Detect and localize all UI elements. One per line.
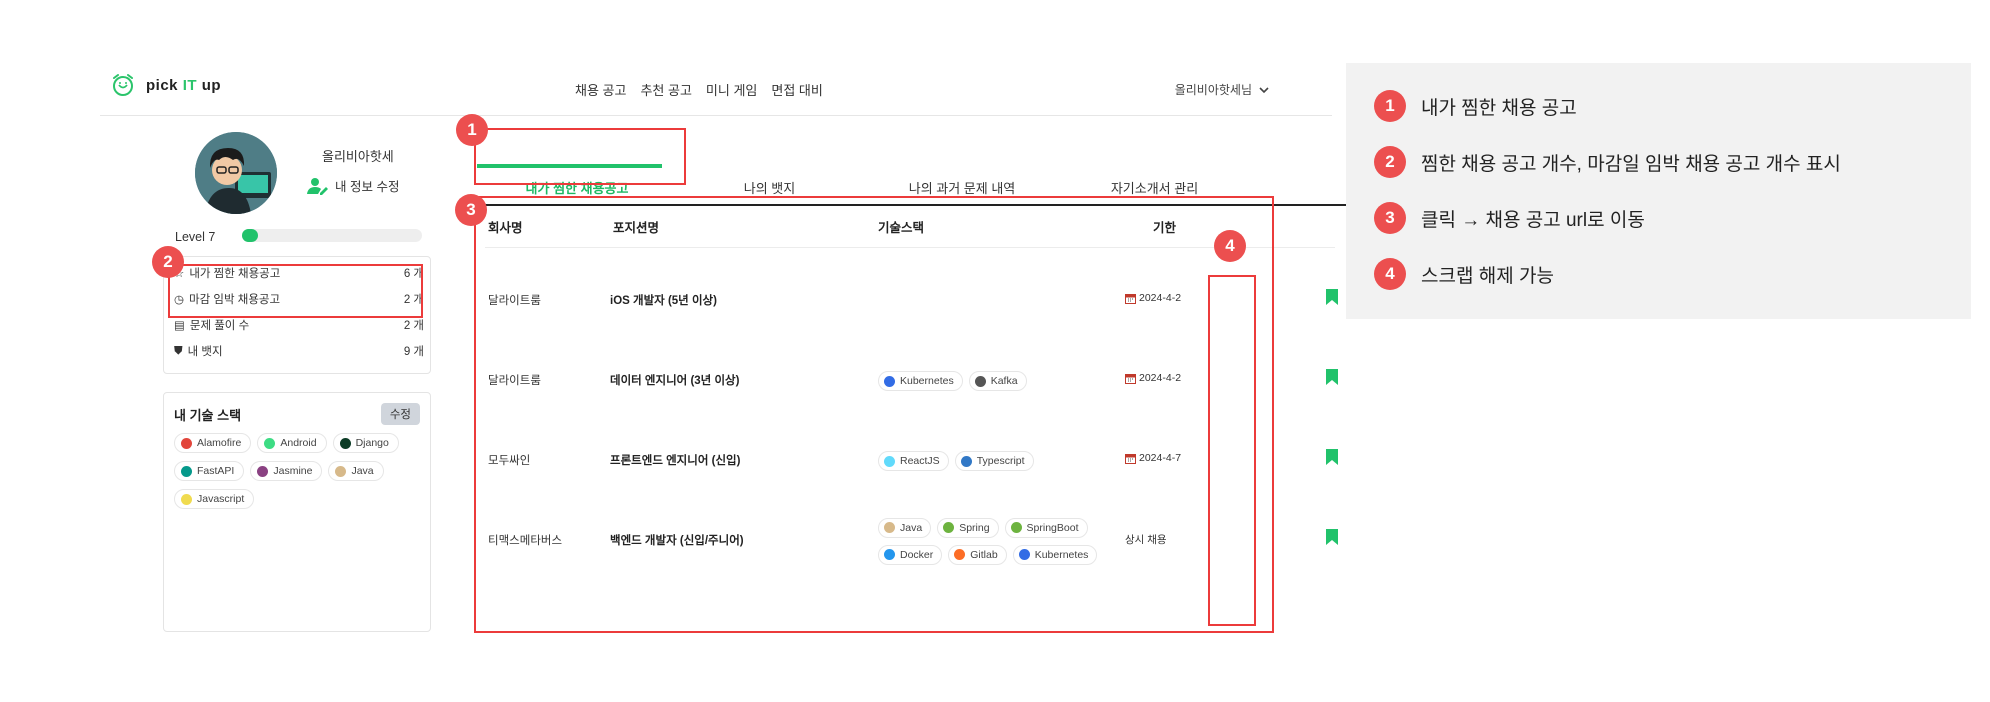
legend-text: 내가 찜한 채용 공고 [1421,97,1577,119]
legend-text: 스크랩 해제 가능 [1421,265,1554,287]
nav-item-interview[interactable]: 면접 대비 [771,80,822,99]
annotation-badge-2: 2 [152,246,184,278]
legend-text: 클릭 → 채용 공고 url로 이동 [1421,209,1645,231]
profile-name: 올리비아핫세 [322,149,394,164]
tech-logo-icon [264,437,276,449]
bookmark-icon[interactable] [1325,288,1339,306]
tech-chip: Java [328,461,384,481]
bookmark-icon[interactable] [1325,528,1339,546]
tech-chip-label: Android [280,437,317,449]
legend-item-3: 3 클릭 → 채용 공고 url로 이동 [1374,202,1645,234]
tech-logo-icon [181,493,192,505]
tech-logo-icon [257,465,269,477]
legend-item-4: 4 스크랩 해제 가능 [1374,258,1554,290]
stat-value: 9 개 [403,346,424,358]
edit-profile-button[interactable]: 내 정보 수정 [307,176,399,195]
legend-item-2: 2 찜한 채용 공고 개수, 마감일 임박 채용 공고 개수 표시 [1374,146,1841,178]
annotation-box-4 [1208,275,1256,626]
nav-item-jobs[interactable]: 채용 공고 [575,80,626,99]
stat-label: 문제 풀이 수 [189,320,250,332]
chevron-down-icon [1259,86,1269,93]
edit-profile-label: 내 정보 수정 [335,180,400,194]
tech-chip-label: Javascript [197,493,245,505]
bookmark-icon[interactable] [1325,448,1339,466]
tech-chip-label: FastAPI [197,465,235,477]
avatar [195,132,277,214]
tech-chip: Django [332,433,399,453]
annotation-legend: 1 내가 찜한 채용 공고 2 찜한 채용 공고 개수, 마감일 임박 채용 공… [1346,63,1971,319]
skill-chip-list: Alamofire Android Django FastAPI Jasmine Java… [174,433,424,509]
tech-logo-icon [335,465,347,477]
stat-label: 내 뱃지 [187,346,223,358]
document-icon: ▤ [174,320,185,332]
tech-logo-icon [181,465,192,477]
alarm-clock-icon [113,74,133,96]
legend-badge: 2 [1374,146,1406,178]
nav-item-mini-game[interactable]: 미니 게임 [706,80,757,99]
tech-chip-label: Django [355,437,389,449]
tech-chip: Javascript [174,489,255,509]
legend-badge: 4 [1374,258,1406,290]
user-name: 올리비아핫세님 [1174,83,1252,97]
level-progress-bar [242,229,422,242]
tech-chip-label: Alamofire [197,437,242,449]
shield-icon: ⛊ [174,344,183,357]
skills-panel: 내 기술 스택 수정 Alamofire Android Django FastAPI… [163,392,431,632]
stat-row-solved[interactable]: ▤ 문제 풀이 수 2 개 [174,315,424,335]
annotation-badge-1: 1 [456,114,488,146]
skills-title: 내 기술 스택 [174,408,242,423]
skills-edit-button[interactable]: 수정 [380,403,420,425]
tech-logo-icon [181,437,192,449]
top-header: pick IT up 채용 공고 추천 공고 미니 게임 면접 대비 올리비아핫… [100,60,1332,116]
stat-value: 2 개 [403,320,424,332]
annotation-box-3 [474,196,1274,633]
level-label: Level 7 [175,230,216,244]
annotation-badge-4: 4 [1214,230,1246,262]
legend-badge: 1 [1374,90,1406,122]
tech-chip-label: Java [351,465,374,477]
stat-row-badges[interactable]: ⛊ 내 뱃지 9 개 [174,341,424,361]
legend-item-1: 1 내가 찜한 채용 공고 [1374,90,1577,122]
annotation-box-1 [474,128,686,185]
legend-badge: 3 [1374,202,1406,234]
bookmark-icon[interactable] [1325,368,1339,386]
annotation-box-2 [168,264,423,318]
level-progress-fill [242,229,259,242]
tech-chip: Android [257,433,327,453]
tech-chip: FastAPI [174,461,245,481]
user-menu[interactable]: 올리비아핫세님 [1175,81,1270,98]
tech-chip-label: Jasmine [273,465,313,477]
annotation-badge-3: 3 [455,194,487,226]
tech-chip: Alamofire [174,433,252,453]
main-nav: 채용 공고 추천 공고 미니 게임 면접 대비 [575,80,823,99]
legend-text: 찜한 채용 공고 개수, 마감일 임박 채용 공고 개수 표시 [1421,153,1841,175]
logo[interactable]: pick IT up [110,72,221,98]
nav-item-recommended[interactable]: 추천 공고 [640,80,691,99]
tech-logo-icon [339,437,351,449]
logo-text: pick IT up [146,76,222,94]
user-edit-icon [307,177,328,195]
tech-chip: Jasmine [250,461,323,481]
